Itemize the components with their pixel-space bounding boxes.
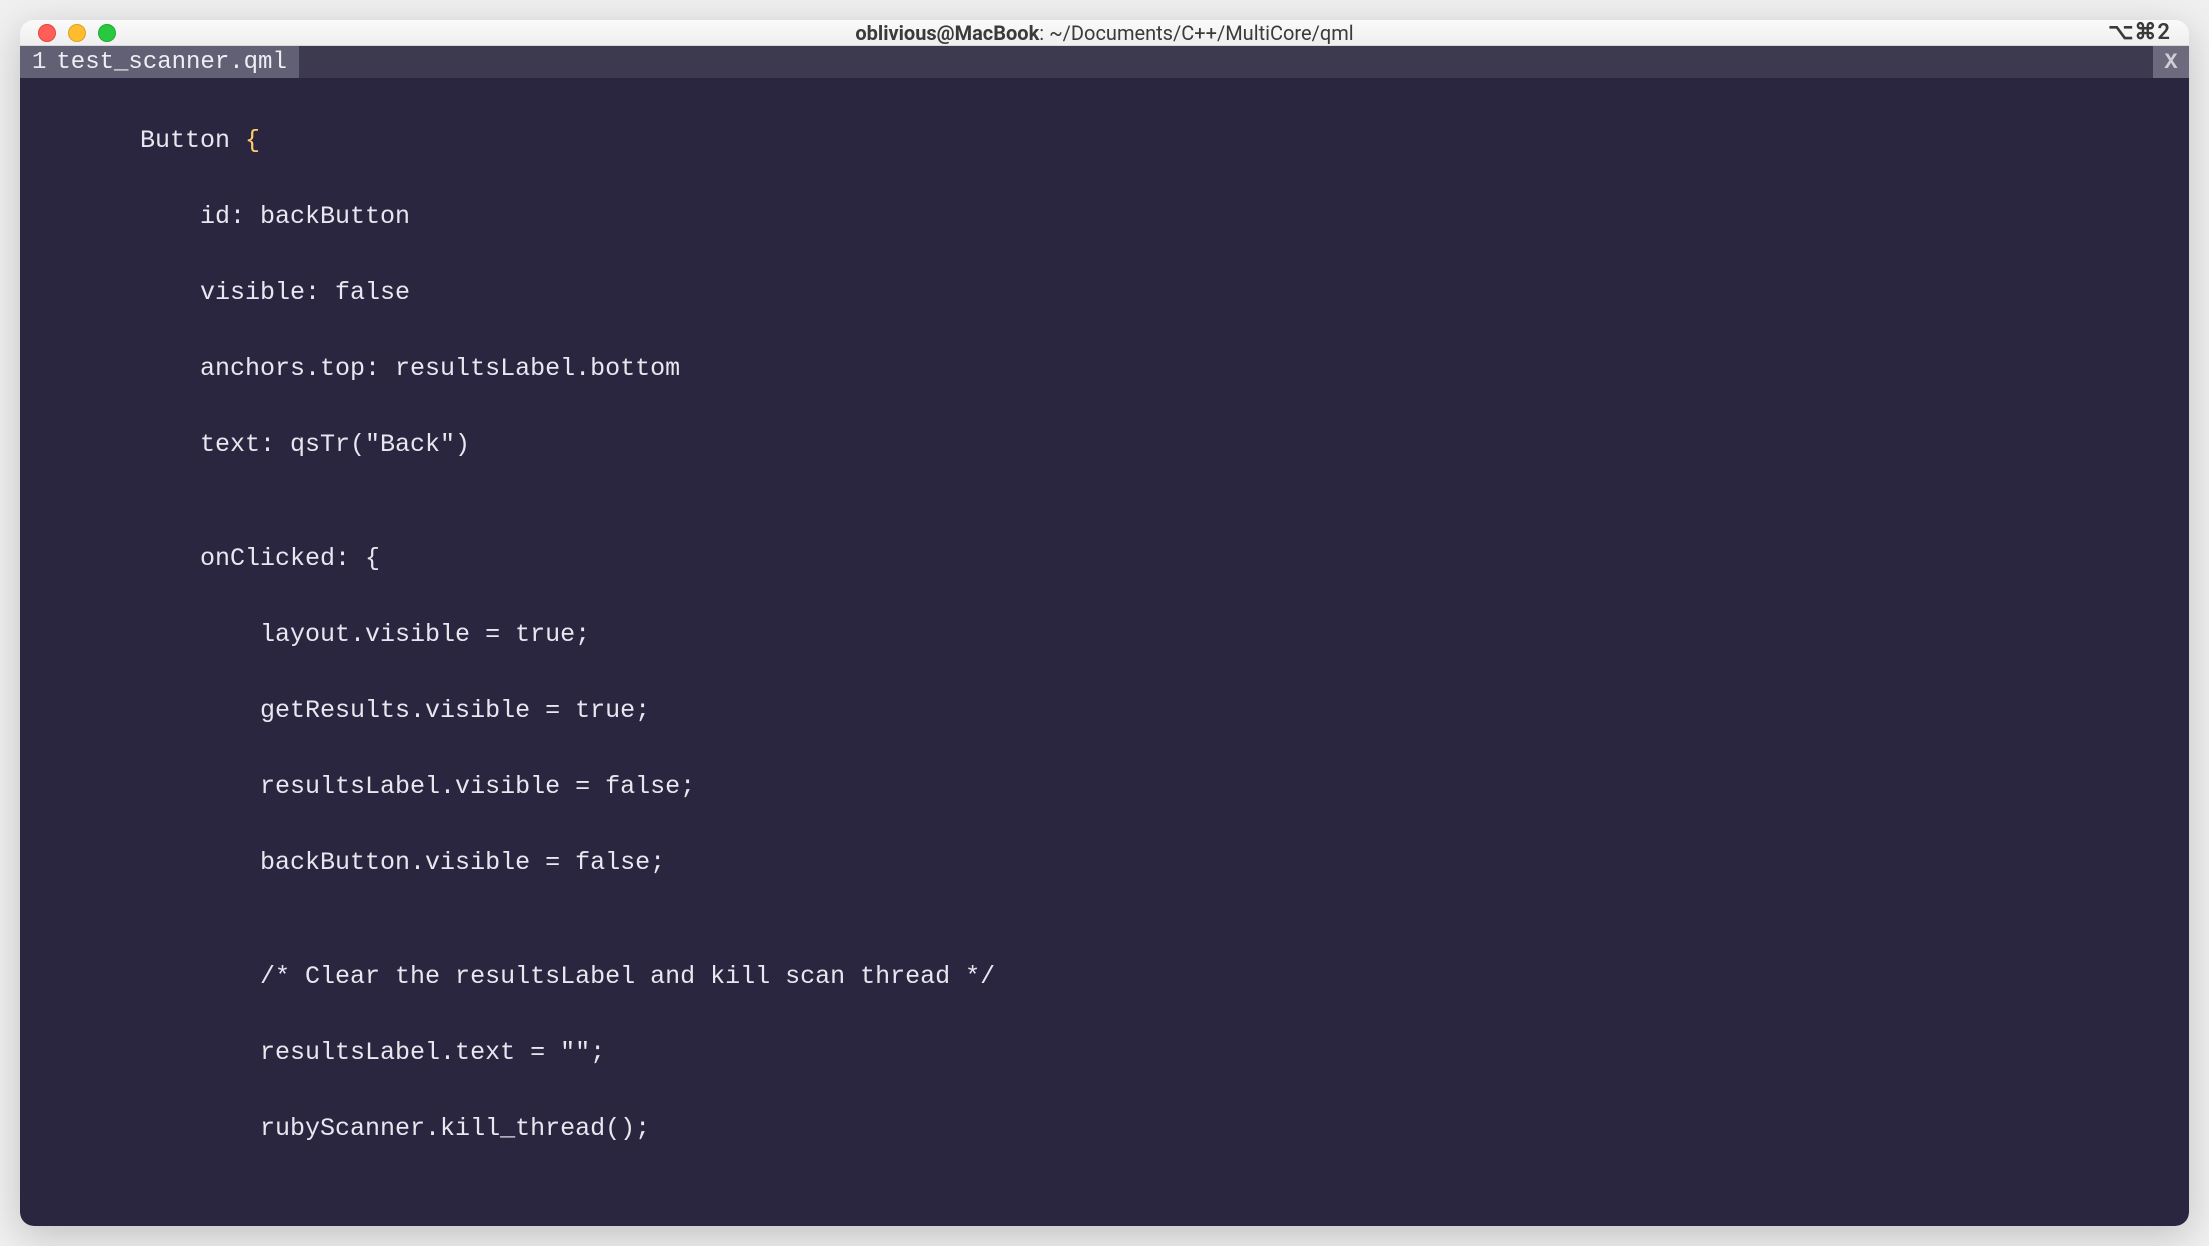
code-line: layout.visible = true; xyxy=(20,616,2189,654)
code-line: rubyScanner.kill_thread(); xyxy=(20,1110,2189,1148)
maximize-window-button[interactable] xyxy=(98,24,116,42)
tab-active[interactable]: 1 test_scanner.qml xyxy=(20,46,299,78)
code-line: backButton.visible = false; xyxy=(20,844,2189,882)
code-line: Button { xyxy=(20,122,2189,160)
code-line: onClicked: { xyxy=(20,540,2189,578)
code-line: visible: false xyxy=(20,274,2189,312)
tabline-filler xyxy=(299,46,2153,78)
code-line: /* Clear the resultsLabel and kill scan … xyxy=(20,958,2189,996)
tab-close-button[interactable]: X xyxy=(2153,46,2189,78)
code-line: getResults.visible = true; xyxy=(20,692,2189,730)
code-line: resultsLabel.text = ""; xyxy=(20,1034,2189,1072)
window-title: oblivious@MacBook: ~/Documents/C++/Multi… xyxy=(20,21,2189,45)
window-shortcut-indicator: ⌥⌘2 xyxy=(2108,20,2171,45)
code-area[interactable]: Button { id: backButton visible: false a… xyxy=(20,78,2189,1226)
titlebar: oblivious@MacBook: ~/Documents/C++/Multi… xyxy=(20,20,2189,46)
minimize-window-button[interactable] xyxy=(68,24,86,42)
code-line: /* Set exit button */ xyxy=(20,1224,2189,1226)
terminal-window: oblivious@MacBook: ~/Documents/C++/Multi… xyxy=(20,20,2189,1226)
editor: 1 test_scanner.qml X Button { id: backBu… xyxy=(20,46,2189,1226)
traffic-lights xyxy=(38,24,116,42)
code-line: id: backButton xyxy=(20,198,2189,236)
window-title-path: : ~/Documents/C++/MultiCore/qml xyxy=(1039,21,1353,45)
tab-index: 1 xyxy=(32,49,46,76)
tab-filename: test_scanner.qml xyxy=(56,49,286,76)
code-line: anchors.top: resultsLabel.bottom xyxy=(20,350,2189,388)
code-line: text: qsTr("Back") xyxy=(20,426,2189,464)
window-title-host: oblivious@MacBook xyxy=(855,21,1039,45)
tabline: 1 test_scanner.qml X xyxy=(20,46,2189,78)
code-line: resultsLabel.visible = false; xyxy=(20,768,2189,806)
close-window-button[interactable] xyxy=(38,24,56,42)
